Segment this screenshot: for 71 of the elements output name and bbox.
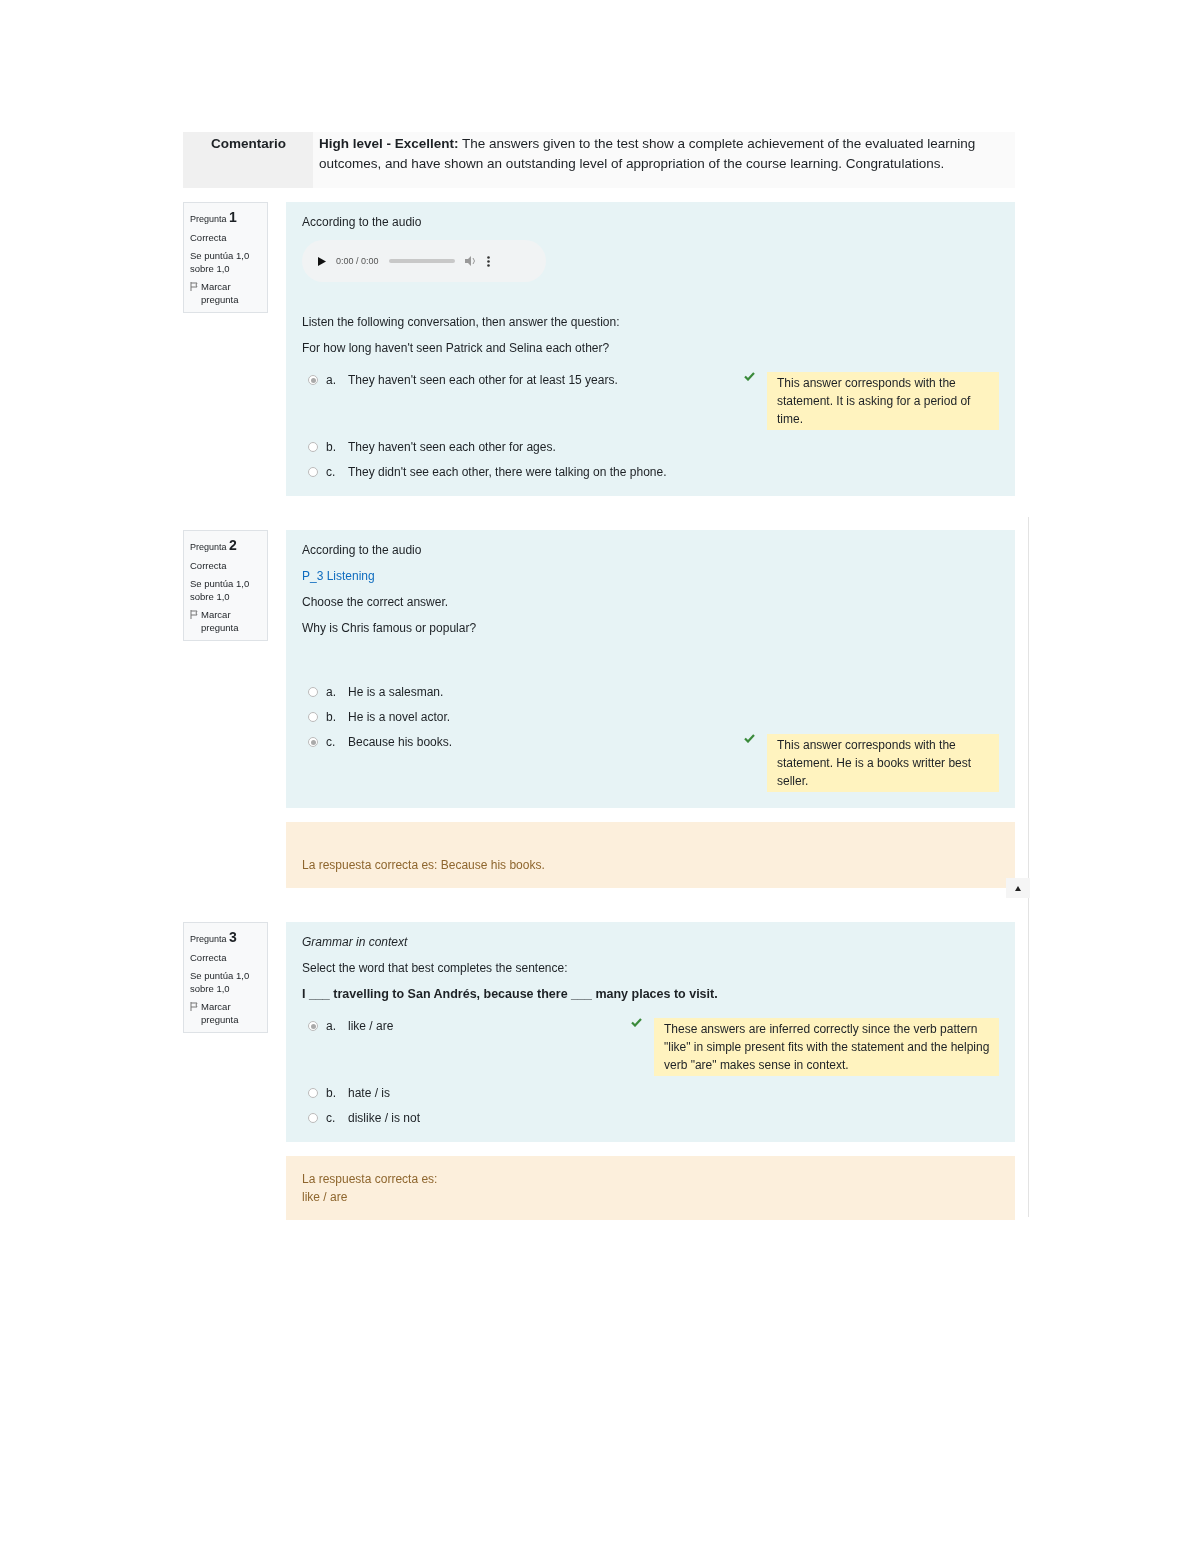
option-text: hate / is: [348, 1085, 391, 1101]
question-number: Pregunta 1: [190, 211, 238, 226]
option-letter: a.: [326, 1018, 337, 1034]
question-status: Correcta: [190, 231, 228, 244]
comment-label: Comentario: [183, 132, 313, 188]
radio-button[interactable]: [308, 1088, 318, 1098]
question-score: Se puntúa 1,0 sobre 1,0: [190, 969, 251, 995]
question-text: According to the audio: [302, 542, 423, 558]
right-answer-text: La respuesta correcta es:: [302, 1171, 439, 1188]
option-letter: c.: [326, 1110, 337, 1126]
play-icon[interactable]: [318, 256, 326, 266]
radio-button[interactable]: [308, 1021, 318, 1031]
right-answer-text: like / are: [302, 1189, 349, 1206]
question-score: Se puntúa 1,0 sobre 1,0: [190, 249, 251, 275]
check-icon: [631, 1018, 642, 1027]
radio-button[interactable]: [308, 375, 318, 385]
question-status: Correcta: [190, 951, 228, 964]
flag-icon[interactable]: [190, 1002, 198, 1011]
answer-feedback: This answer corresponds with the statement. He is a books writter best seller.: [767, 734, 999, 792]
option-text: They didn't see each other, there were talking on the phone.: [348, 464, 667, 480]
option-text: They haven't seen each other for ages.: [348, 439, 556, 455]
audio-link[interactable]: P_3 Listening: [302, 569, 375, 583]
option-letter: a.: [326, 684, 337, 700]
question-text: Select the word that best completes the sentence:: [302, 960, 569, 976]
flag-icon[interactable]: [190, 610, 198, 619]
radio-button[interactable]: [308, 687, 318, 697]
flag-question-link[interactable]: Marcar pregunta: [201, 280, 261, 306]
flag-question-link[interactable]: Marcar pregunta: [201, 1000, 261, 1026]
flag-question-link[interactable]: Marcar pregunta: [201, 608, 261, 634]
option-text: dislike / is not: [348, 1110, 421, 1126]
radio-button[interactable]: [308, 737, 318, 747]
option-text: like / are: [348, 1018, 394, 1034]
question-number: Pregunta 2: [190, 539, 238, 554]
flag-icon[interactable]: [190, 282, 198, 291]
more-icon[interactable]: [486, 255, 490, 267]
radio-button[interactable]: [308, 1113, 318, 1123]
arrow-up-icon[interactable]: [1015, 885, 1021, 891]
question-sentence: I ___ travelling to San Andrés, because there ___ many places to visit.: [302, 986, 719, 1002]
check-icon: [744, 372, 755, 381]
option-letter: c.: [326, 734, 337, 750]
question-text: For how long haven't seen Patrick and Selina each other?: [302, 340, 611, 356]
radio-button[interactable]: [308, 712, 318, 722]
option-letter: b.: [326, 439, 337, 455]
question-text: Choose the correct answer.: [302, 594, 450, 610]
question-text: According to the audio: [302, 214, 423, 230]
audio-time: 0:00 / 0:00: [336, 256, 379, 266]
question-text: Why is Chris famous or popular?: [302, 620, 478, 636]
option-letter: b.: [326, 709, 337, 725]
option-letter: c.: [326, 464, 337, 480]
question-status: Correcta: [190, 559, 228, 572]
question-number: Pregunta 3: [190, 931, 238, 946]
radio-button[interactable]: [308, 467, 318, 477]
option-letter: a.: [326, 372, 337, 388]
question-title: Grammar in context: [302, 934, 409, 950]
volume-icon[interactable]: [464, 256, 477, 266]
option-text: Because his books.: [348, 734, 453, 750]
comment-text: High level - Excellent: The answers given to the test show a complete achievement of the evaluated learning outcomes, and have shown an outstanding level of appropriation of the course learning. Congratulations.: [318, 135, 977, 173]
answer-feedback: This answer corresponds with the statement. It is asking for a period of time.: [767, 372, 999, 430]
question-score: Se puntúa 1,0 sobre 1,0: [190, 577, 251, 603]
audio-progress-track[interactable]: [388, 259, 455, 263]
audio-player[interactable]: 0:00 / 0:00: [302, 240, 546, 282]
radio-button[interactable]: [308, 442, 318, 452]
answer-feedback: These answers are inferred correctly since the verb pattern "like" in simple present fits with the statement and the helping verb "are" makes sense in context.: [654, 1018, 999, 1076]
check-icon: [744, 734, 755, 743]
option-letter: b.: [326, 1085, 337, 1101]
option-text: They haven't seen each other for at least 15 years.: [348, 372, 618, 388]
option-text: He is a novel actor.: [348, 709, 451, 725]
right-answer-text: La respuesta correcta es: Because his books.: [302, 857, 546, 874]
option-text: He is a salesman.: [348, 684, 444, 700]
back-to-top-button[interactable]: [1006, 878, 1030, 898]
question-text: Listen the following conversation, then answer the question:: [302, 314, 621, 330]
